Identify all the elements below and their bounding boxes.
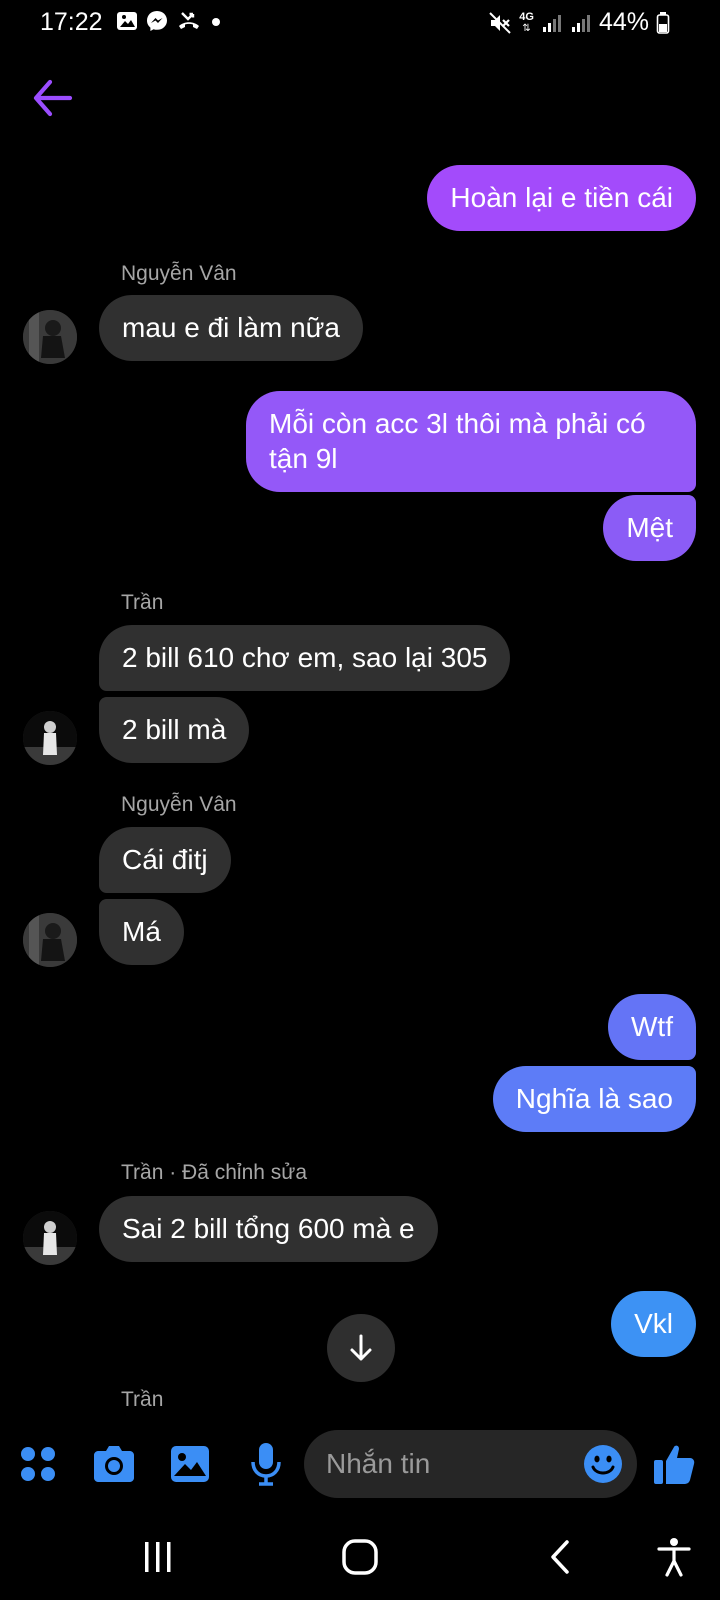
message-bubble-outgoing[interactable]: Nghĩa là sao (492, 1066, 696, 1132)
profile-photo-icon (23, 310, 77, 364)
message-composer (0, 1420, 720, 1508)
gallery-icon (171, 1446, 209, 1482)
profile-photo-icon (23, 711, 77, 765)
battery-icon (656, 11, 670, 34)
message-text: Sai 2 bill tổng 600 mà e (122, 1213, 415, 1244)
message-input-field[interactable] (304, 1430, 637, 1498)
avatar-nguyen-van[interactable] (23, 913, 77, 967)
sender-name: Trần (121, 591, 164, 614)
system-navigation-bar (0, 1512, 720, 1600)
sender-name: Nguyễn Vân (121, 793, 237, 816)
message-text: Mệt (626, 512, 673, 543)
camera-icon (94, 1446, 134, 1482)
message-text: Hoàn lại e tiền cái (450, 182, 673, 213)
message-text: Cái đitj (122, 844, 208, 875)
signal-icon-1 (542, 14, 561, 32)
thumbs-up-icon (654, 1445, 695, 1484)
message-bubble-incoming[interactable]: 2 bill mà (99, 697, 250, 763)
voice-message-button[interactable] (244, 1442, 288, 1486)
microphone-icon (251, 1443, 281, 1486)
message-bubble-incoming[interactable]: 2 bill 610 chơ em, sao lại 305 (99, 625, 511, 691)
home-icon (342, 1539, 378, 1575)
profile-photo-icon (23, 913, 77, 967)
recent-apps-button[interactable] (134, 1534, 182, 1580)
message-bubble-outgoing[interactable]: Mỗi còn acc 3l thôi mà phải có tận 9l (246, 391, 696, 492)
data-arrows-icon: ⇅ (522, 22, 531, 34)
message-bubble-incoming[interactable]: Cái đitj (99, 827, 231, 893)
message-bubble-outgoing[interactable]: Mệt (603, 495, 696, 561)
gallery-notification-icon (117, 12, 137, 30)
status-bar: 17:22 4G ⇅ 44% (0, 0, 720, 46)
home-button[interactable] (336, 1534, 384, 1580)
sender-name: Trần · Đã chỉnh sửa (121, 1161, 308, 1184)
back-arrow-icon (33, 79, 73, 117)
message-text: Wtf (631, 1011, 673, 1042)
network-indicator: 4G ⇅ (519, 10, 534, 34)
battery-percent: 44% (598, 8, 649, 36)
signal-icon-2 (571, 14, 590, 32)
apps-button[interactable] (16, 1442, 60, 1486)
avatar-tran[interactable] (23, 1211, 77, 1265)
like-button[interactable] (652, 1442, 696, 1486)
accessibility-button[interactable] (650, 1534, 698, 1580)
more-notifications-dot (212, 18, 220, 26)
message-text: 2 bill 610 chơ em, sao lại 305 (122, 642, 488, 673)
emoji-button[interactable] (583, 1444, 623, 1484)
avatar-tran[interactable] (23, 711, 77, 765)
message-bubble-incoming[interactable]: Má (99, 899, 184, 965)
messenger-notification-icon (147, 11, 167, 31)
message-text: Má (122, 916, 161, 947)
back-icon (551, 1540, 569, 1574)
message-text: Vkl (634, 1308, 673, 1339)
message-text: Mỗi còn acc 3l thôi mà phải có tận 9l (269, 408, 646, 474)
sender-name: Nguyễn Vân (121, 262, 237, 285)
arrow-down-icon (350, 1334, 372, 1361)
status-time: 17:22 (40, 8, 103, 36)
profile-photo-icon (23, 1211, 77, 1265)
message-bubble-outgoing[interactable]: Vkl (611, 1291, 696, 1357)
message-text: mau e đi làm nữa (122, 312, 340, 343)
missed-call-icon (179, 12, 199, 29)
message-bubble-outgoing[interactable]: Wtf (608, 994, 696, 1060)
back-button[interactable] (30, 78, 74, 118)
message-bubble-incoming[interactable]: Sai 2 bill tổng 600 mà e (99, 1196, 438, 1262)
avatar-nguyen-van[interactable] (23, 310, 77, 364)
message-bubble-outgoing[interactable]: Hoàn lại e tiền cái (427, 165, 696, 231)
camera-button[interactable] (92, 1442, 136, 1486)
emoji-icon (584, 1445, 622, 1483)
message-text: 2 bill mà (122, 714, 227, 745)
apps-icon (21, 1447, 55, 1481)
recent-apps-icon (145, 1542, 171, 1572)
status-right: 4G ⇅ 44% (488, 8, 670, 37)
gallery-button[interactable] (168, 1442, 212, 1486)
notification-icons (116, 10, 222, 32)
typing-sender-name: Trần (121, 1388, 164, 1411)
message-text: Nghĩa là sao (515, 1083, 673, 1114)
nav-back-button[interactable] (538, 1534, 586, 1580)
message-input[interactable] (326, 1430, 576, 1498)
scroll-to-bottom-button[interactable] (327, 1314, 395, 1382)
network-type: 4G (519, 10, 534, 23)
message-bubble-incoming[interactable]: mau e đi làm nữa (99, 295, 363, 361)
mute-icon (489, 11, 511, 34)
accessibility-icon (657, 1538, 691, 1577)
